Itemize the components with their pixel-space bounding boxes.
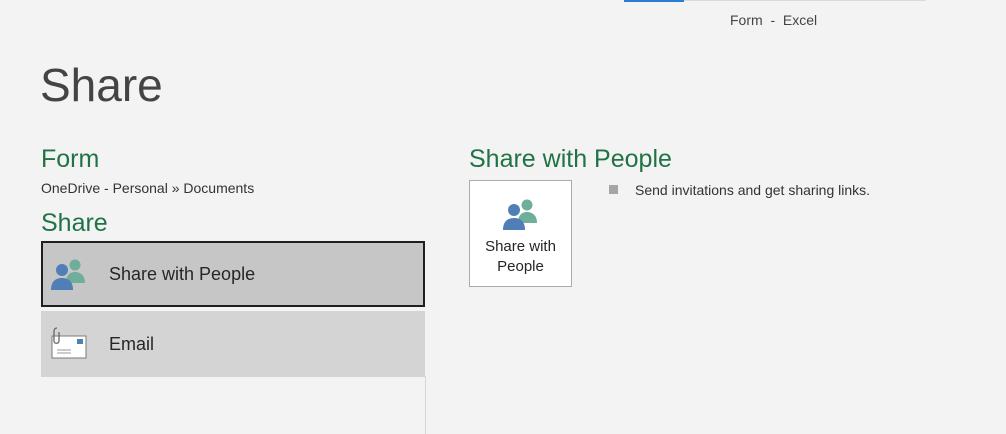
- people-icon: [49, 256, 89, 292]
- share-with-people-label: Share with People: [109, 263, 256, 284]
- button-label-line-1: Share with: [485, 238, 556, 255]
- bullet-square-icon: [609, 185, 618, 194]
- email-option[interactable]: Email: [41, 311, 425, 377]
- panel-divider: [425, 376, 426, 434]
- window-title: Form - Excel: [730, 12, 818, 28]
- document-name: Form: [41, 145, 100, 173]
- share-panel-heading: Share with People: [469, 145, 672, 173]
- button-label-line-2: People: [497, 258, 544, 275]
- share-description: Send invitations and get sharing links.: [635, 182, 871, 198]
- active-tab-indicator: [624, 0, 684, 2]
- share-with-people-option[interactable]: Share with People: [41, 241, 425, 307]
- share-with-people-button[interactable]: Share with People: [469, 180, 572, 287]
- page-title: Share: [40, 59, 163, 111]
- email-label: Email: [109, 333, 155, 354]
- email-icon: [49, 326, 89, 362]
- share-section-heading: Share: [41, 209, 108, 237]
- share-with-people-button-label: Share with People: [470, 237, 571, 277]
- document-location: OneDrive - Personal » Documents: [41, 180, 255, 196]
- people-icon: [501, 197, 541, 231]
